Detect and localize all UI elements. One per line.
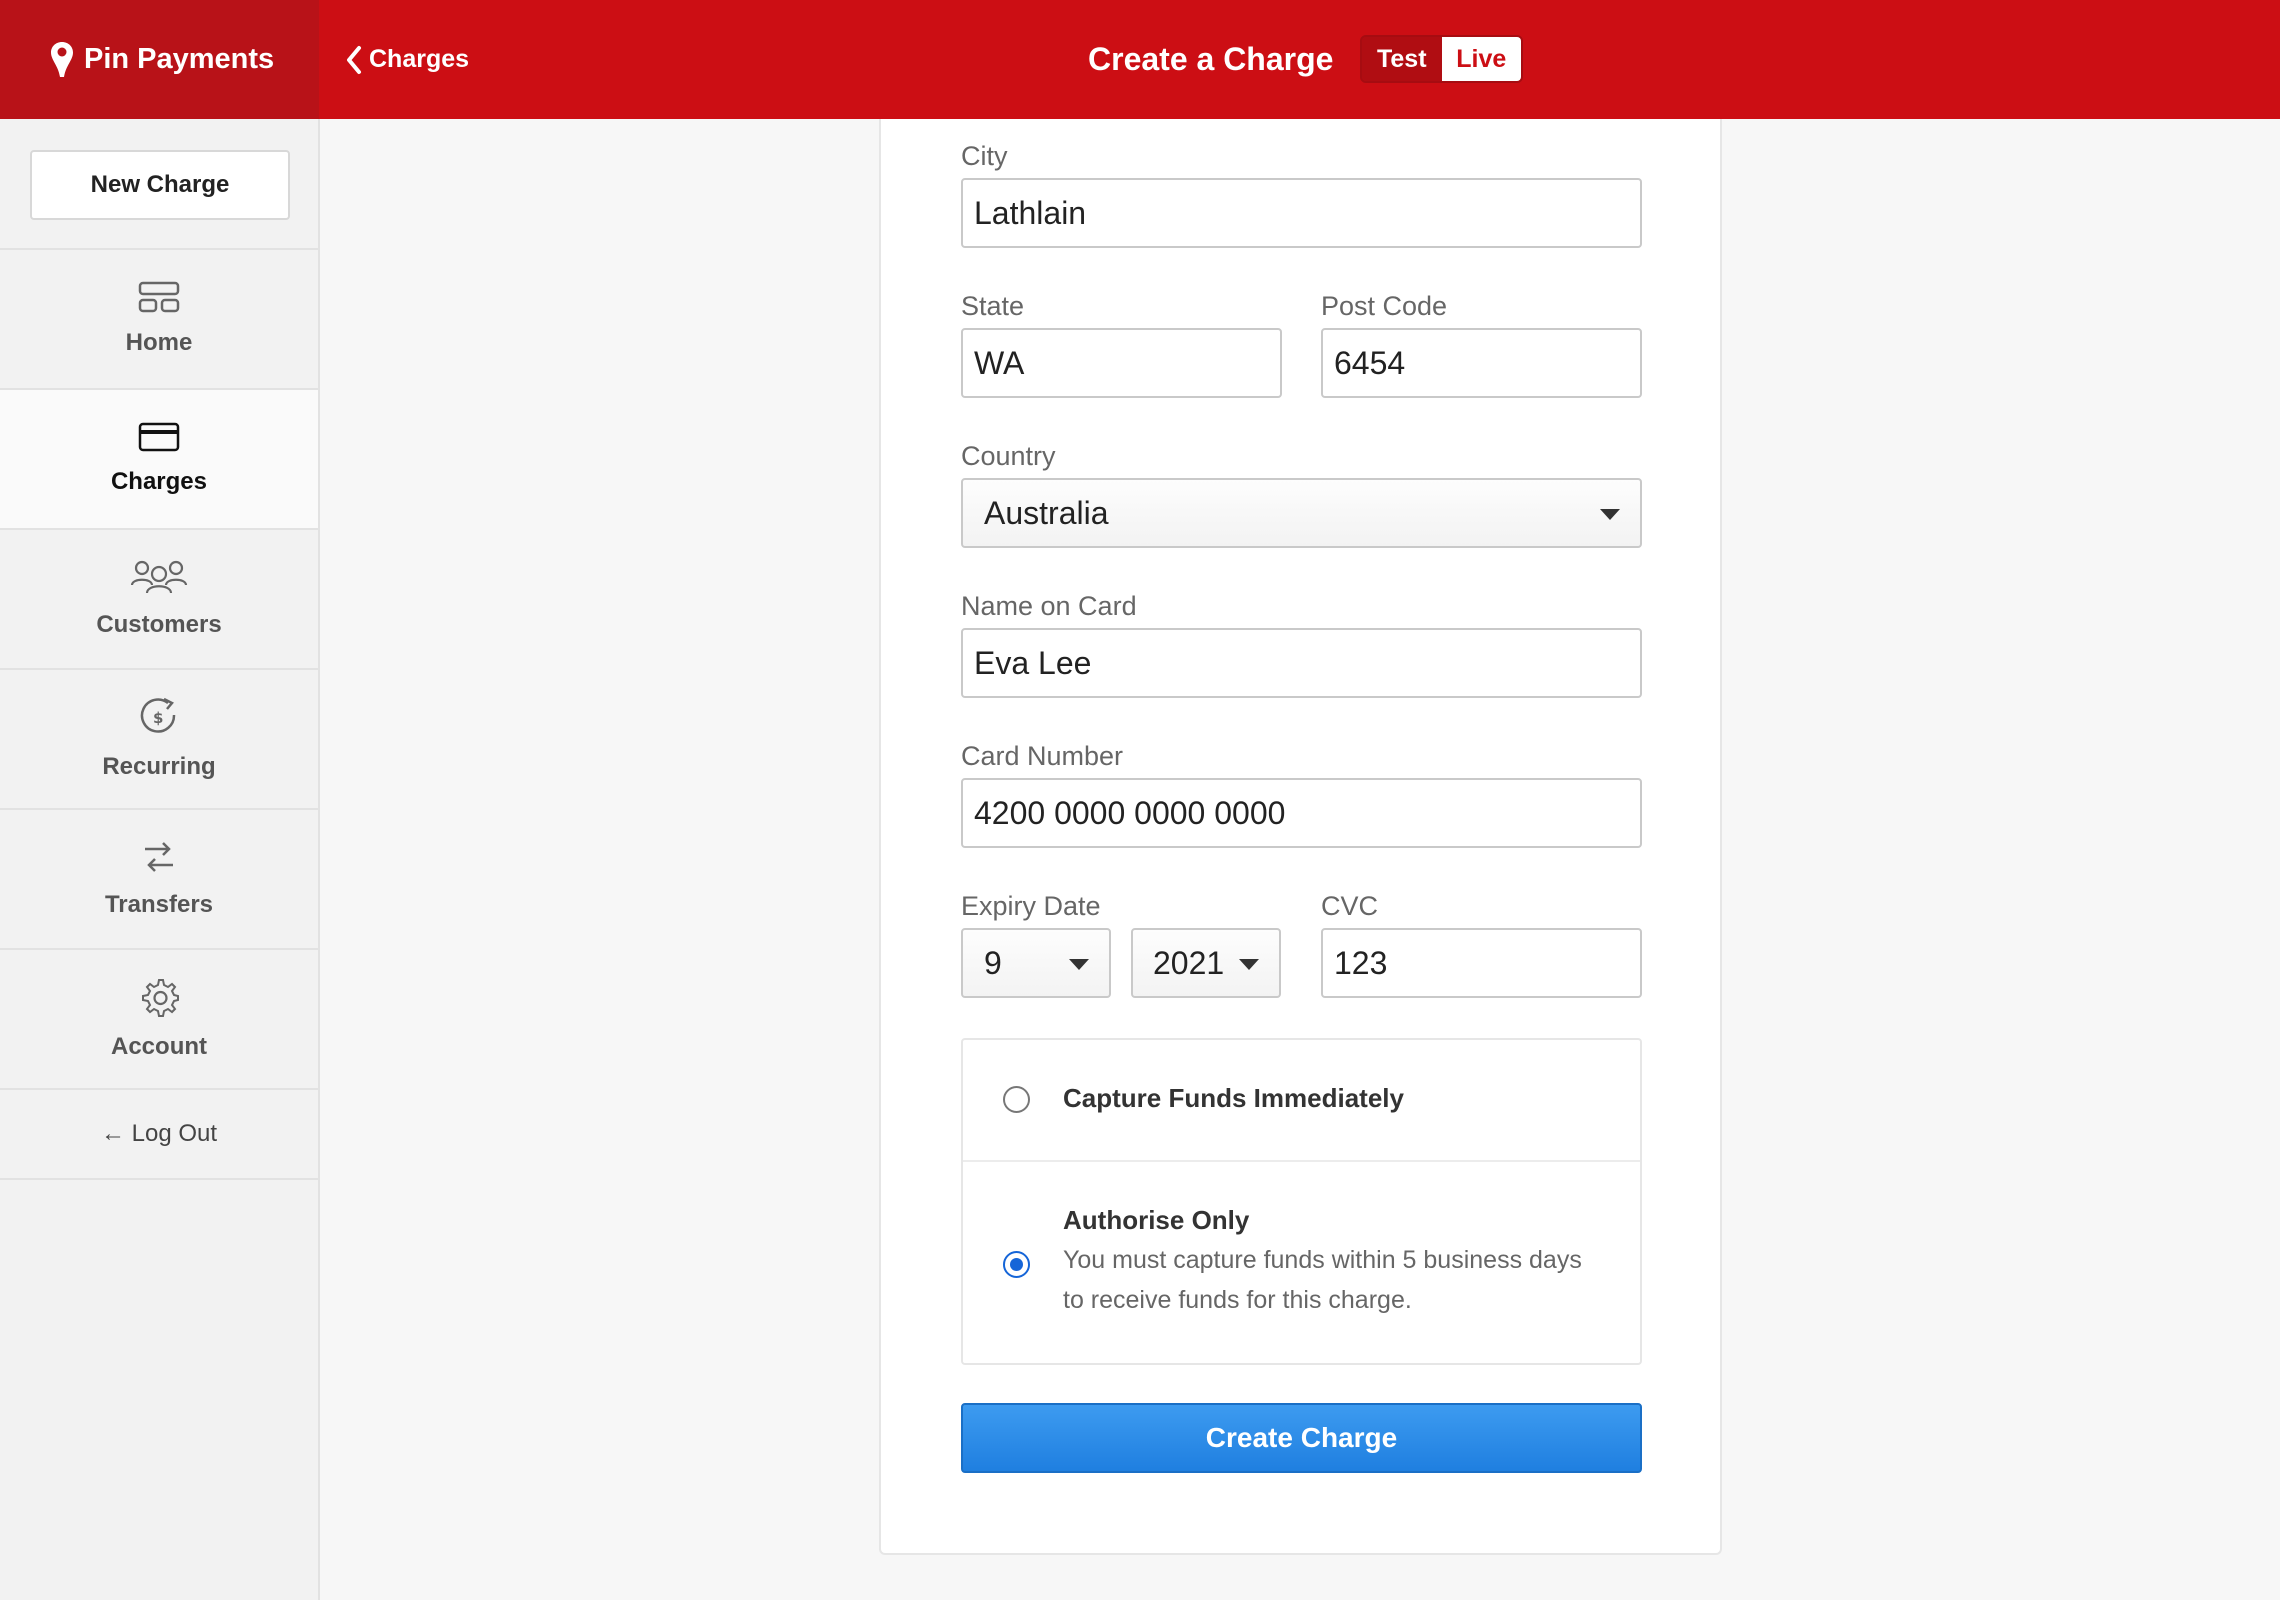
sidebar-item-label: Transfers	[104, 891, 214, 918]
svg-text:$: $	[153, 709, 163, 727]
recurring-icon: $	[140, 697, 176, 733]
sidebar: New Charge Home Charges Customers $ Recu…	[0, 119, 320, 1600]
state-input[interactable]: WA	[961, 328, 1282, 398]
logout-link[interactable]: ← Log Out	[0, 1088, 318, 1180]
expiry-year-value: 2021	[1153, 944, 1225, 981]
sidebar-item-label: Account	[111, 1033, 207, 1060]
users-icon	[130, 560, 188, 594]
cvc-input[interactable]: 123	[1321, 928, 1642, 998]
expiry-month-select[interactable]: 9	[961, 928, 1111, 998]
sidebar-item-home[interactable]: Home	[0, 248, 318, 388]
gear-icon	[142, 979, 179, 1017]
name-on-card-input[interactable]: Eva Lee	[961, 628, 1642, 698]
new-charge-button[interactable]: New Charge	[30, 150, 290, 220]
sidebar-item-transfers[interactable]: Transfers	[0, 808, 318, 948]
sidebar-item-label: Recurring	[102, 753, 216, 780]
top-bar: Pin Payments Charges Create a Charge Tes…	[0, 0, 2280, 119]
authorise-only-label[interactable]: Authorise Only	[1063, 1205, 1249, 1236]
cvc-label: CVC	[1321, 891, 1379, 921]
page-title: Create a Charge	[1088, 41, 1334, 77]
city-label: City	[961, 141, 1008, 171]
country-label: Country	[961, 441, 1056, 471]
chevron-down-icon	[1069, 959, 1089, 970]
chevron-down-icon	[1600, 509, 1620, 520]
expiry-month-value: 9	[984, 944, 1002, 981]
sidebar-item-charges[interactable]: Charges	[0, 388, 318, 528]
capture-immediately-label[interactable]: Capture Funds Immediately	[1063, 1083, 1404, 1114]
sidebar-nav: Home Charges Customers $ Recurring Trans…	[0, 248, 318, 1180]
create-charge-form: City Lathlain State WA Post Code 6454 Co…	[879, 119, 1722, 1555]
mode-toggle: Test Live	[1360, 35, 1523, 83]
brand-logo[interactable]: Pin Payments	[0, 0, 319, 119]
chevron-down-icon	[1239, 959, 1259, 970]
sidebar-item-recurring[interactable]: $ Recurring	[0, 668, 318, 808]
name-on-card-label: Name on Card	[961, 591, 1137, 621]
sidebar-item-label: Charges	[110, 468, 208, 495]
mode-live-button[interactable]: Live	[1441, 37, 1521, 81]
sidebar-item-label: Home	[125, 329, 193, 356]
card-number-input[interactable]: 4200 0000 0000 0000	[961, 778, 1642, 848]
home-icon	[138, 281, 180, 313]
back-to-charges-link[interactable]: Charges	[345, 0, 469, 119]
credit-card-icon	[138, 422, 180, 452]
country-select[interactable]: Australia	[961, 478, 1642, 548]
capture-options: Capture Funds Immediately Authorise Only…	[961, 1038, 1642, 1365]
expiry-date-label: Expiry Date	[961, 891, 1101, 921]
chevron-left-icon	[347, 45, 361, 74]
mode-test-button[interactable]: Test	[1362, 37, 1442, 81]
transfers-icon	[145, 842, 173, 872]
options-divider	[963, 1160, 1640, 1162]
brand-name: Pin Payments	[84, 43, 275, 75]
state-label: State	[961, 291, 1025, 321]
postcode-label: Post Code	[1321, 291, 1448, 321]
authorise-only-description: You must capture funds within 5 business…	[1063, 1246, 1582, 1314]
create-charge-button[interactable]: Create Charge	[961, 1403, 1642, 1473]
card-number-label: Card Number	[961, 741, 1124, 771]
country-value: Australia	[984, 494, 1109, 531]
city-input[interactable]: Lathlain	[961, 178, 1642, 248]
pin-icon	[51, 41, 73, 77]
authorise-only-radio[interactable]	[1003, 1251, 1030, 1278]
capture-immediately-radio[interactable]	[1003, 1086, 1030, 1113]
postcode-input[interactable]: 6454	[1321, 328, 1642, 398]
sidebar-item-account[interactable]: Account	[0, 948, 318, 1088]
sidebar-item-customers[interactable]: Customers	[0, 528, 318, 668]
expiry-year-select[interactable]: 2021	[1131, 928, 1281, 998]
back-link-label: Charges	[369, 45, 470, 73]
sidebar-item-label: Customers	[96, 611, 222, 638]
